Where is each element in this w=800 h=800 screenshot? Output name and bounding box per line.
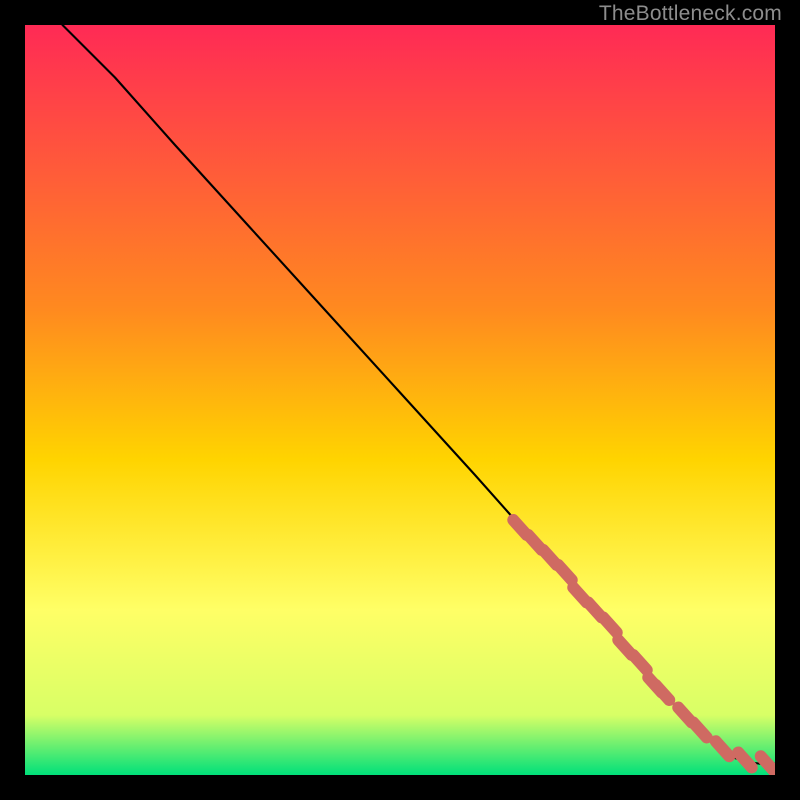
gradient-plot	[25, 25, 775, 775]
gradient-background	[25, 25, 775, 775]
chart-container: { "watermark": "TheBottleneck.com", "col…	[0, 0, 800, 800]
watermark-text: TheBottleneck.com	[599, 2, 782, 26]
